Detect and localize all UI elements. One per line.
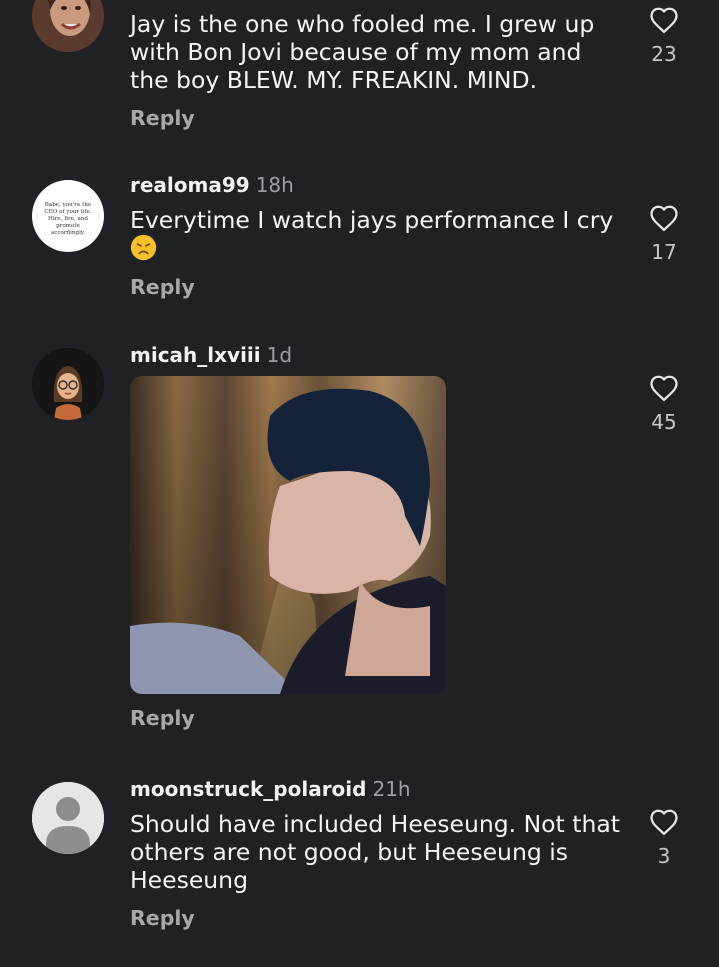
comment-meta: moonstruck_polaroid 21h <box>130 776 620 802</box>
username[interactable]: micah_lxviii <box>130 343 261 367</box>
reply-button[interactable]: Reply <box>130 106 195 130</box>
like-control[interactable]: 17 <box>644 204 684 264</box>
timestamp: 21h <box>372 777 411 801</box>
comment-meta: micah_lxviii 1d <box>130 342 620 368</box>
reply-button[interactable]: Reply <box>130 706 195 730</box>
reply-button[interactable]: Reply <box>130 906 195 930</box>
user-avatar[interactable]: Babe, you're the CEO of your life. Hire,… <box>32 180 104 252</box>
comments-list: Jay is the one who fooled me. I grew up … <box>0 0 719 967</box>
user-avatar[interactable] <box>32 782 104 854</box>
comment-text: Everytime I watch jays performance I cry <box>130 206 620 263</box>
gif-media[interactable] <box>130 376 446 694</box>
heart-icon[interactable] <box>649 204 679 232</box>
heart-icon[interactable] <box>649 374 679 402</box>
gif-of-man-turning-head-image <box>130 376 446 694</box>
reply-button[interactable]: Reply <box>130 275 195 299</box>
username[interactable]: realoma99 <box>130 173 250 197</box>
like-count: 45 <box>651 410 677 434</box>
comment-text-content: Everytime I watch jays performance I cry <box>130 206 614 234</box>
like-count: 23 <box>651 42 677 66</box>
like-control[interactable]: 23 <box>644 6 684 66</box>
heart-icon[interactable] <box>649 6 679 34</box>
memoji-glasses-avatar-icon <box>32 348 104 420</box>
comment-text: Should have included Heeseung. Not that … <box>130 810 620 894</box>
timestamp: 1d <box>266 343 293 367</box>
default-user-avatar-icon <box>32 782 104 854</box>
username[interactable]: moonstruck_polaroid <box>130 777 366 801</box>
disappointed-face-emoji-icon <box>130 234 157 261</box>
heart-icon[interactable] <box>649 808 679 836</box>
quote-card-avatar-text: Babe, you're the CEO of your life. Hire,… <box>44 202 92 236</box>
user-avatar[interactable] <box>32 0 104 52</box>
like-control[interactable]: 45 <box>644 374 684 434</box>
like-count: 17 <box>651 240 677 264</box>
comment-text: Jay is the one who fooled me. I grew up … <box>130 10 595 94</box>
like-count: 3 <box>657 844 671 868</box>
comment-meta: realoma99 18h <box>130 172 620 198</box>
woman-photo-avatar-icon <box>32 0 104 52</box>
timestamp: 18h <box>255 173 294 197</box>
user-avatar[interactable] <box>32 348 104 420</box>
like-control[interactable]: 3 <box>644 808 684 868</box>
